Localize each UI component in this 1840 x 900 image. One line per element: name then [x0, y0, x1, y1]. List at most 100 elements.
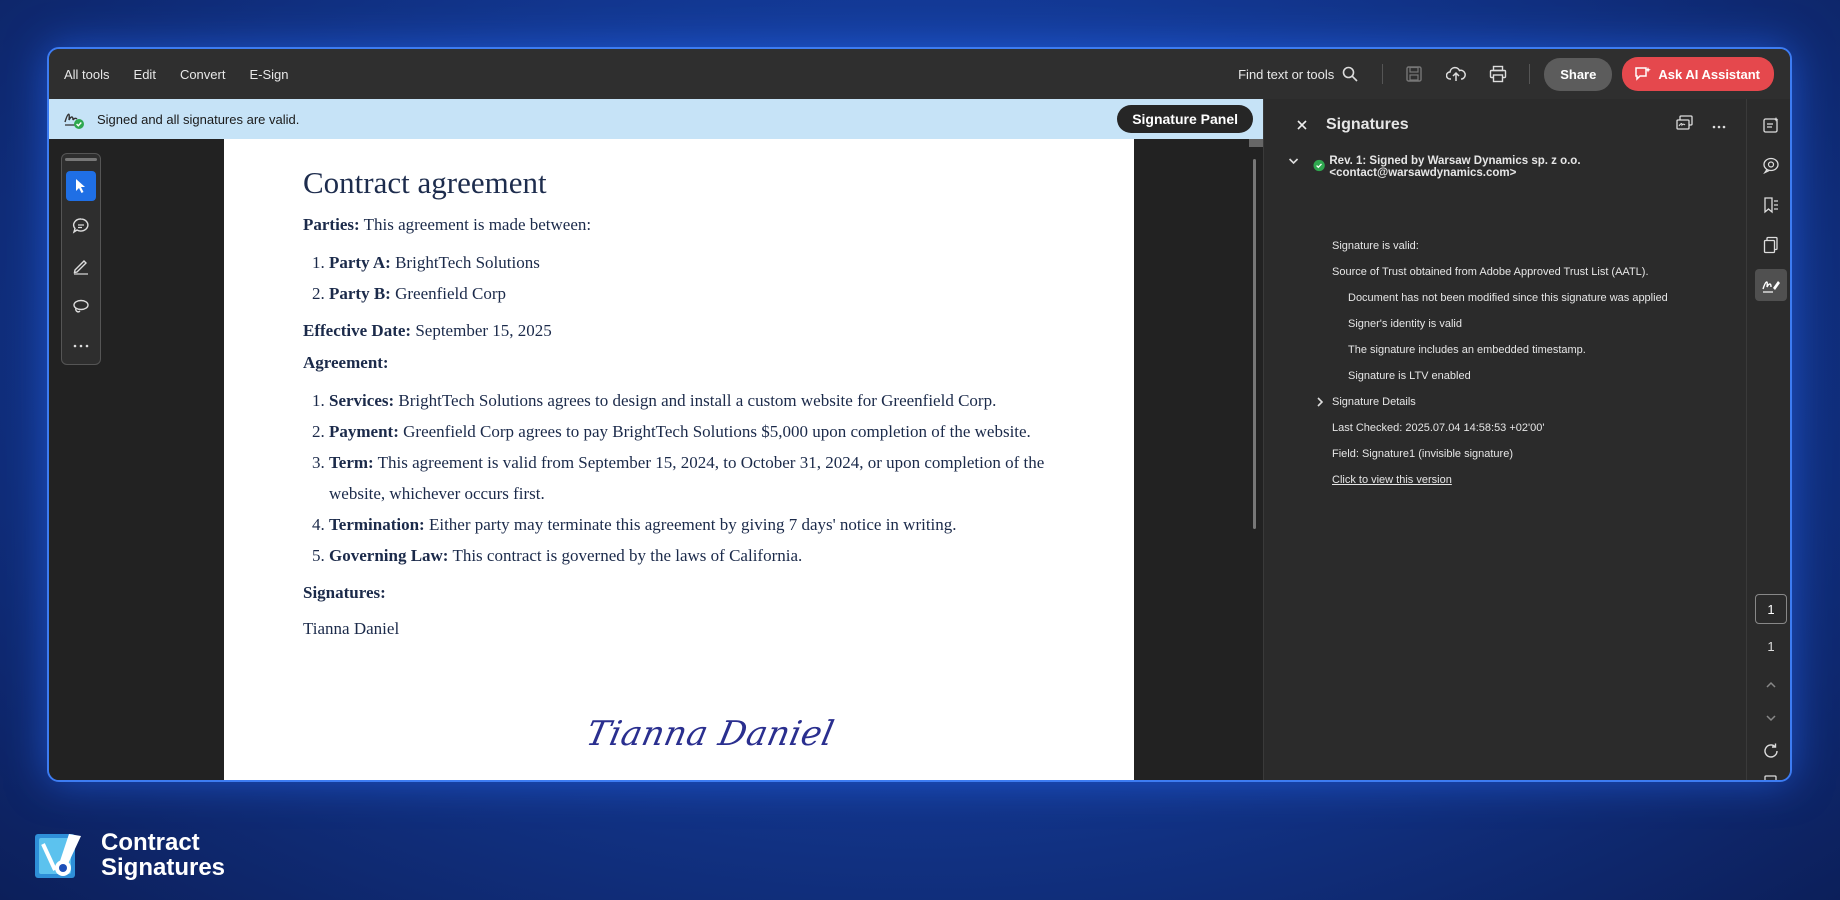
more-icon	[73, 344, 89, 348]
trust-source-text: Source of Trust obtained from Adobe Appr…	[1332, 266, 1649, 278]
chevron-right-icon[interactable]	[1314, 396, 1326, 408]
clause-label: Governing Law:	[329, 546, 449, 565]
document-viewer: Contract agreement Parties: This agreeme…	[49, 139, 1263, 780]
search-icon	[1342, 66, 1358, 82]
highlight-tool[interactable]	[66, 251, 96, 281]
menu-convert[interactable]: Convert	[180, 67, 226, 82]
rail-bookmarks-button[interactable]	[1755, 189, 1787, 221]
select-tool[interactable]	[66, 171, 96, 201]
list-item: Term: This agreement is valid from Septe…	[329, 447, 1049, 509]
party-label: Party A:	[329, 253, 391, 272]
validate-all-button[interactable]	[1676, 114, 1694, 136]
check-item: The signature includes an embedded times…	[1348, 344, 1586, 356]
rail-ai-summary-button[interactable]	[1755, 109, 1787, 141]
effective-date-text: September 15, 2025	[415, 321, 552, 340]
last-checked-text: Last Checked: 2025.07.04 14:58:53 +02'00…	[1332, 422, 1545, 434]
revision-title: Rev. 1: Signed by Warsaw Dynamics sp. z …	[1329, 155, 1581, 179]
menu-all-tools[interactable]: All tools	[64, 67, 110, 82]
view-version-link[interactable]: Click to view this version	[1332, 474, 1452, 486]
party-label: Party B:	[329, 284, 391, 303]
page-number-input[interactable]: 1	[1755, 594, 1787, 624]
list-item: Payment: Greenfield Corp agrees to pay B…	[329, 416, 1134, 447]
list-item: Termination: Either party may terminate …	[329, 509, 1134, 540]
signer-name: Tianna Daniel	[303, 619, 400, 638]
brand-line-1: Contract	[101, 829, 200, 856]
toolbar-divider	[1382, 64, 1384, 84]
ask-ai-label: Ask AI Assistant	[1658, 66, 1760, 82]
save-button[interactable]	[1398, 58, 1430, 90]
signature-panel-button[interactable]: Signature Panel	[1117, 105, 1253, 133]
bookmark-icon	[1764, 197, 1778, 214]
next-page-button[interactable]	[1755, 702, 1787, 734]
signature-valid-text: Signature is valid:	[1332, 240, 1419, 252]
clause-text: Either party may terminate this agreemen…	[428, 515, 957, 534]
parties-label: Parties:	[303, 215, 360, 234]
top-toolbar: All tools Edit Convert E-Sign Find text …	[49, 49, 1790, 99]
parties-paragraph: Parties: This agreement is made between:	[303, 215, 1134, 235]
menu-e-sign[interactable]: E-Sign	[249, 67, 288, 82]
party-name: BrightTech Solutions	[395, 253, 540, 272]
toolbar-divider	[1529, 64, 1531, 84]
comment-tool[interactable]	[66, 211, 96, 241]
panel-options-button[interactable]	[1712, 116, 1726, 134]
draw-tool[interactable]	[66, 291, 96, 321]
pages-icon	[1763, 236, 1778, 254]
signature-revision-row[interactable]: Rev. 1: Signed by Warsaw Dynamics sp. z …	[1264, 155, 1746, 179]
rotate-button[interactable]	[1755, 735, 1787, 767]
list-item: Party A: BrightTech Solutions	[329, 247, 1134, 278]
check-item: Signature is LTV enabled	[1348, 370, 1471, 382]
rail-pages-button[interactable]	[1755, 229, 1787, 261]
signatures-label: Signatures:	[303, 583, 386, 602]
document-scrollbar[interactable]	[1249, 139, 1263, 780]
brand-logo: Contract Signatures	[33, 830, 225, 880]
signature-pen-icon	[1762, 281, 1780, 293]
document-title: Contract agreement	[303, 165, 547, 200]
save-icon	[1406, 66, 1422, 82]
toolbox-drag-handle[interactable]	[65, 158, 97, 161]
valid-check-icon	[1313, 159, 1325, 172]
signature-details-label: Signature Details	[1332, 396, 1416, 408]
main-menu: All tools Edit Convert E-Sign	[64, 67, 313, 82]
signatures-panel: Signatures Rev. 1: Signed by Warsaw Dyna…	[1263, 99, 1746, 780]
rail-comments-button[interactable]	[1755, 149, 1787, 181]
ask-ai-assistant-button[interactable]: Ask AI Assistant	[1622, 57, 1774, 91]
contract-signatures-logo-icon	[35, 834, 81, 878]
clause-label: Payment:	[329, 422, 399, 441]
pdf-page: Contract agreement Parties: This agreeme…	[224, 139, 1134, 780]
rail-signatures-button[interactable]	[1755, 269, 1787, 301]
handwritten-signature: Tianna Daniel	[582, 714, 838, 754]
signature-valid-icon	[64, 113, 84, 129]
chevron-down-icon	[1766, 715, 1776, 722]
comments-icon	[1763, 157, 1779, 174]
panel-header-actions	[1658, 114, 1726, 136]
more-tools-button[interactable]	[66, 331, 96, 361]
print-button[interactable]	[1482, 58, 1514, 90]
clause-label: Term:	[329, 453, 374, 472]
acrobat-window: All tools Edit Convert E-Sign Find text …	[47, 47, 1792, 782]
cloud-upload-icon	[1446, 66, 1467, 81]
previous-page-button[interactable]	[1755, 669, 1787, 701]
clause-text: BrightTech Solutions agrees to design an…	[398, 391, 997, 410]
printer-icon	[1490, 65, 1507, 83]
effective-date-paragraph: Effective Date: September 15, 2025	[303, 321, 1134, 341]
comment-icon	[72, 218, 89, 234]
page-layout-button[interactable]	[1755, 767, 1787, 780]
parties-list: Party A: BrightTech Solutions Party B: G…	[329, 247, 1134, 309]
clause-label: Termination:	[329, 515, 425, 534]
close-icon[interactable]	[1296, 119, 1308, 131]
agreement-label: Agreement:	[303, 353, 389, 372]
share-button[interactable]: Share	[1544, 57, 1613, 91]
pen-icon	[73, 260, 88, 275]
upload-button[interactable]	[1440, 58, 1472, 90]
chevron-down-icon[interactable]	[1286, 155, 1301, 167]
find-tools[interactable]: Find text or tools	[1238, 66, 1358, 82]
top-actions: Find text or tools Share Ask AI Assistan…	[1238, 57, 1790, 91]
clause-text: This agreement is valid from September 1…	[329, 453, 1045, 503]
cursor-icon	[76, 179, 85, 193]
menu-edit[interactable]: Edit	[134, 67, 156, 82]
signature-details-row[interactable]: Signature Details	[1314, 396, 1416, 408]
ai-assistant-icon	[1635, 67, 1652, 81]
scrollbar-thumb[interactable]	[1253, 159, 1256, 529]
page-layout-icon	[1764, 775, 1777, 780]
rotate-icon	[1764, 743, 1778, 758]
